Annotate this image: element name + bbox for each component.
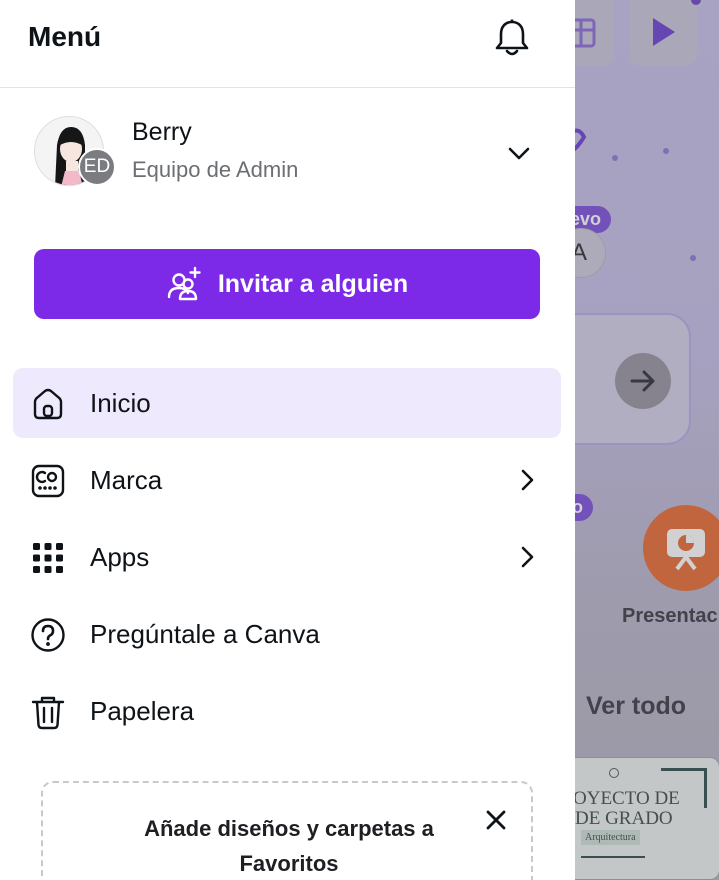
chevron-right-icon [521,469,534,491]
presentation-icon [667,529,705,571]
design-thumbnail: OYECTO DE DE GRADO Arquitectura [560,757,719,880]
menu-header: Menú [0,0,575,88]
nav-item-inicio[interactable]: Inicio [13,368,561,438]
presentation-tile [643,505,719,591]
help-icon [29,616,67,654]
arrow-right-icon [630,370,655,392]
brand-icon [29,462,67,500]
nav-label: Marca [90,464,163,495]
account-switcher[interactable]: ED Berry Equipo de Admin [34,112,544,192]
add-people-icon [167,266,201,301]
play-icon [653,18,675,46]
nav-item-papelera[interactable]: Papelera [13,676,561,746]
profile-team: Equipo de Admin [132,157,299,182]
notifications-button[interactable] [491,17,533,59]
menu-title: Menú [28,21,102,52]
trash-icon [29,693,67,731]
nav-label: Inicio [90,387,151,418]
apps-grid-icon [29,539,67,577]
close-icon [486,810,506,830]
favorites-tip-card: Añade diseños y carpetas a Favoritos [41,781,533,880]
bell-icon [495,19,529,56]
invite-button[interactable]: Invitar a alguien [34,249,540,319]
nav-item-apps[interactable]: Apps [13,522,561,592]
nav-label: Pregúntale a Canva [90,618,320,649]
presentation-label: Presentac [622,605,718,627]
nav-label: Papelera [90,695,195,726]
favorites-tip-text: Añade diseños y carpetas a Favoritos [144,816,434,876]
home-icon [29,385,67,423]
chevron-down-icon [508,147,530,160]
see-all-link: Ver todo [586,692,687,720]
bg-arrow-button [615,353,671,409]
team-avatar: ED [78,148,116,186]
nav-item-ask-canva[interactable]: Pregúntale a Canva [13,599,561,669]
chevron-right-icon [521,546,534,568]
close-tip-button[interactable] [481,805,511,835]
menu-drawer: Menú ED Berry Equipo de Admin Invitar a … [0,0,575,880]
nav-item-marca[interactable]: Marca [13,445,561,515]
profile-name: Berry [132,118,192,146]
present-button [629,0,697,66]
invite-label: Invitar a alguien [217,269,409,298]
nav-label: Apps [90,541,150,572]
